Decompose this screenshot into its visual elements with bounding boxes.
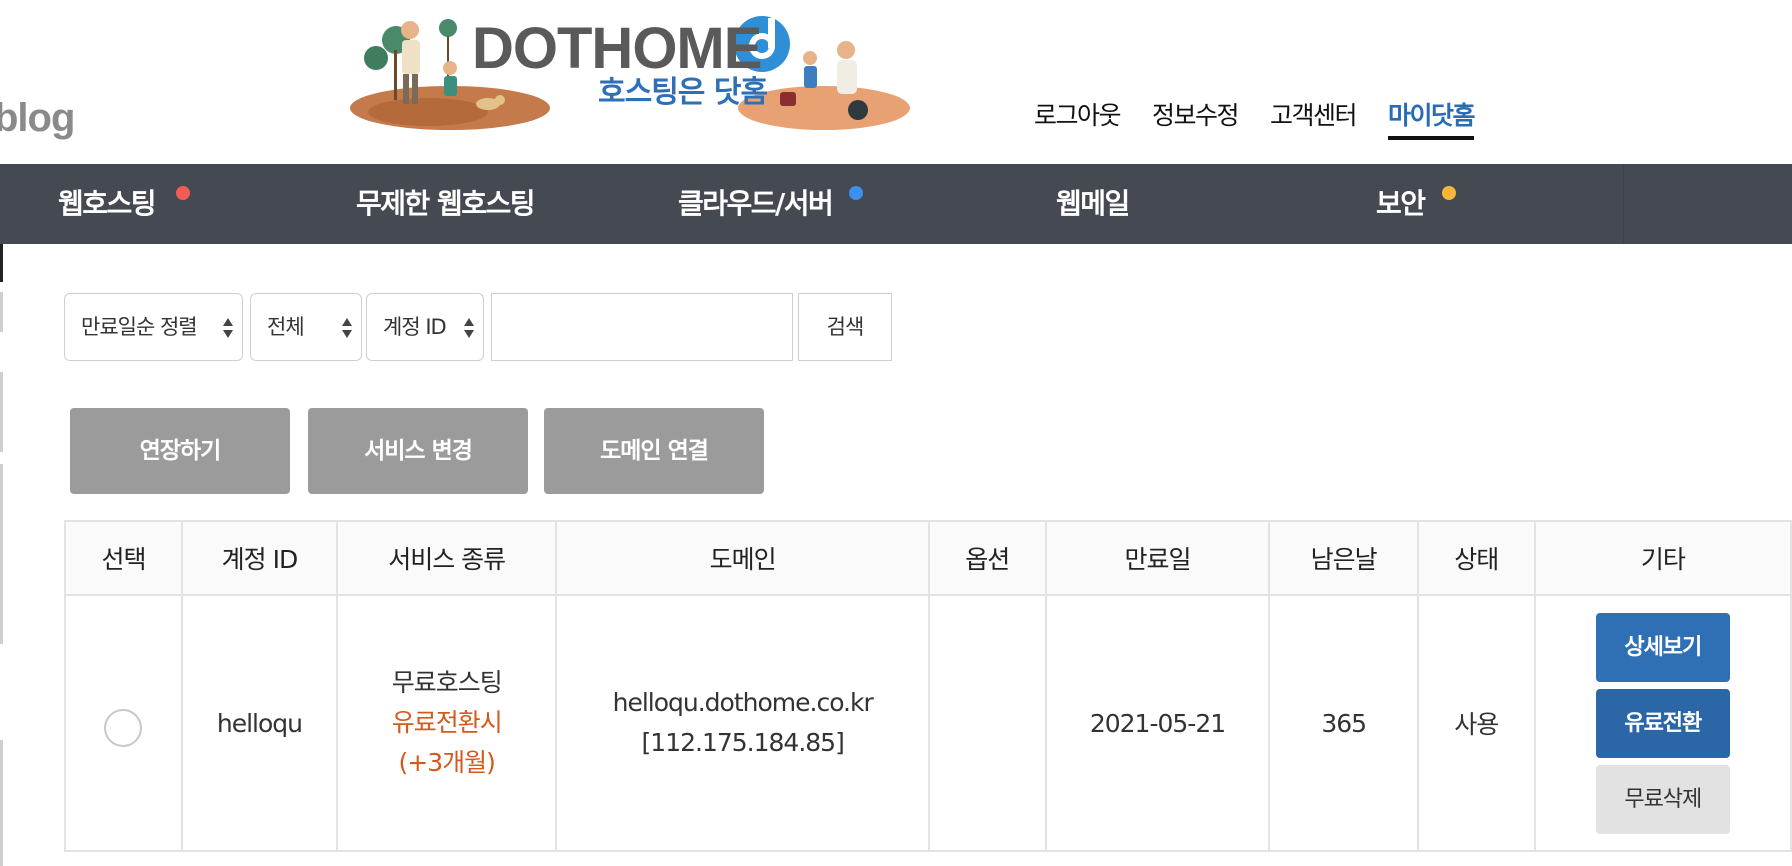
new-dot-icon xyxy=(176,186,190,200)
option-cell xyxy=(927,594,1047,852)
service-type-cell: 무료호스팅 유료전환시 (+3개월) xyxy=(335,594,558,852)
col-etc: 기타 xyxy=(1533,520,1792,596)
expires-cell: 2021-05-21 xyxy=(1044,594,1271,852)
select-radio[interactable] xyxy=(104,709,143,747)
col-status: 상태 xyxy=(1416,520,1536,596)
field-select[interactable]: 계정 ID xyxy=(366,293,484,361)
col-service-type: 서비스 종류 xyxy=(335,520,558,596)
domain-ip: [112.175.184.85] xyxy=(641,728,845,757)
search-button[interactable]: 검색 xyxy=(798,293,892,361)
search-input[interactable] xyxy=(491,293,793,361)
scope-select-value: 전체 xyxy=(267,315,305,339)
scope-select[interactable]: 전체 xyxy=(250,293,362,361)
paid-conversion-note: 유료전환시 xyxy=(391,708,503,737)
left-edge-mark xyxy=(0,292,3,332)
sort-select[interactable]: 만료일순 정렬 xyxy=(64,293,243,361)
domain-name: helloqu.dothome.co.kr xyxy=(612,688,874,717)
new-dot-icon xyxy=(1442,186,1456,200)
logo-title: DOTHOME xyxy=(472,16,762,81)
my-dothome-link[interactable]: 마이닷홈 xyxy=(1388,96,1476,140)
nav-web-hosting-label: 웹호스팅 xyxy=(58,187,157,220)
convert-to-paid-button[interactable]: 유료전환 xyxy=(1595,688,1730,758)
col-domain: 도메인 xyxy=(555,520,930,596)
left-edge-mark xyxy=(0,740,3,866)
blog-text: blog xyxy=(0,96,75,140)
nav-unlimited-hosting-label: 무제한 웹호스팅 xyxy=(356,187,536,220)
customer-center-link[interactable]: 고객센터 xyxy=(1270,96,1358,140)
dothome-logo[interactable]: DOTHOME 호스팅은 닷홈 xyxy=(348,10,924,130)
hosting-table: 선택 계정 ID 서비스 종류 도메인 옵션 만료일 남은날 상태 기타 hel… xyxy=(64,520,1792,852)
nav-security[interactable]: 보안 xyxy=(1376,164,1426,244)
select-arrows-icon xyxy=(342,318,352,338)
nav-webmail-label: 웹메일 xyxy=(1056,187,1130,220)
col-expires: 만료일 xyxy=(1044,520,1271,596)
col-remaining: 남은날 xyxy=(1268,520,1419,596)
col-select: 선택 xyxy=(64,520,183,596)
domain-cell: helloqu.dothome.co.kr [112.175.184.85] xyxy=(555,594,930,852)
details-button[interactable]: 상세보기 xyxy=(1595,612,1730,682)
remaining-cell: 365 xyxy=(1268,594,1419,852)
left-edge-mark xyxy=(0,464,3,644)
edit-profile-link[interactable]: 정보수정 xyxy=(1152,96,1240,140)
site-header: blog DOTHOME 호스팅은 닷홈 로그아웃 정보수정 고객센터 마이닷홈 xyxy=(0,0,1792,164)
nav-security-label: 보안 xyxy=(1376,187,1426,220)
row-actions: 상세보기 유료전환 무료삭제 xyxy=(1536,612,1790,834)
change-service-button[interactable]: 서비스 변경 xyxy=(308,408,528,494)
field-select-value: 계정 ID xyxy=(383,315,447,339)
nav-cloud-server-label: 클라우드/서버 xyxy=(678,187,834,220)
table-row: helloqu 무료호스팅 유료전환시 (+3개월) helloqu.dotho… xyxy=(64,594,1792,852)
logout-link[interactable]: 로그아웃 xyxy=(1034,96,1122,140)
col-option: 옵션 xyxy=(927,520,1047,596)
table-header-row: 선택 계정 ID 서비스 종류 도메인 옵션 만료일 남은날 상태 기타 xyxy=(64,520,1792,596)
nav-webmail[interactable]: 웹메일 xyxy=(1056,164,1130,244)
account-id-cell: helloqu xyxy=(180,594,338,852)
top-links: 로그아웃 정보수정 고객센터 마이닷홈 xyxy=(1034,96,1476,140)
nav-divider xyxy=(1623,164,1624,244)
nav-web-hosting[interactable]: 웹호스팅 xyxy=(58,164,157,244)
renew-button[interactable]: 연장하기 xyxy=(70,408,290,494)
service-type-label: 무료호스팅 xyxy=(391,668,503,697)
left-edge-mark xyxy=(0,372,3,452)
select-arrows-icon xyxy=(223,318,233,338)
left-edge-mark xyxy=(0,244,3,282)
logo-subtitle: 호스팅은 닷홈 xyxy=(598,75,768,110)
connect-domain-button[interactable]: 도메인 연결 xyxy=(544,408,764,494)
nav-unlimited-hosting[interactable]: 무제한 웹호스팅 xyxy=(356,164,536,244)
nav-cloud-server[interactable]: 클라우드/서버 xyxy=(678,164,834,244)
delete-free-button[interactable]: 무료삭제 xyxy=(1595,764,1730,834)
main-nav: 웹호스팅 무제한 웹호스팅 클라우드/서버 웹메일 보안 xyxy=(0,164,1792,244)
etc-cell: 상세보기 유료전환 무료삭제 xyxy=(1533,594,1792,852)
sort-select-value: 만료일순 정렬 xyxy=(81,315,198,339)
select-arrows-icon xyxy=(464,318,474,338)
select-cell xyxy=(64,594,183,852)
paid-conversion-bonus: (+3개월) xyxy=(398,748,496,777)
col-account-id: 계정 ID xyxy=(180,520,338,596)
new-dot-icon xyxy=(849,186,863,200)
status-cell: 사용 xyxy=(1416,594,1536,852)
